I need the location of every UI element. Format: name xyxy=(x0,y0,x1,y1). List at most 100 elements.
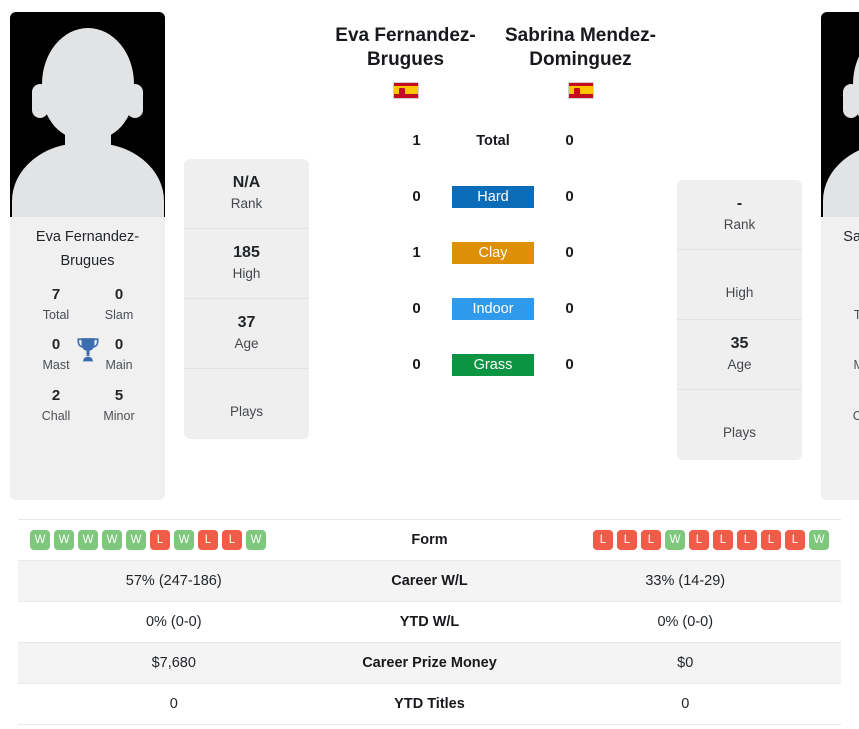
info-label: High xyxy=(725,284,754,300)
surface-badge-total: Total xyxy=(476,132,510,149)
stat-label-form: Form xyxy=(411,532,448,548)
titles-label: Total xyxy=(853,307,859,322)
table-row-ytd-wl: 0% (0-0) YTD W/L 0% (0-0) xyxy=(18,602,841,643)
surface-score-right: 0 xyxy=(565,188,574,206)
surface-row-total: 1 Total 0 xyxy=(406,113,581,169)
info-card-left: N/A Rank 185 High 37 Age Plays xyxy=(184,159,309,439)
form-badge-loss[interactable]: L xyxy=(198,530,218,550)
table-row-form: WWWWWLWLLW Form LLLWLLLLLW xyxy=(18,520,841,561)
titles-value: 0 xyxy=(51,336,61,354)
spain-flag-icon xyxy=(567,81,594,99)
titles-value: 2 xyxy=(51,386,61,404)
form-badge-win[interactable]: W xyxy=(809,530,829,550)
titles-value: 0 xyxy=(843,385,859,407)
titles-row: 2 Chall 5 Minor xyxy=(16,383,159,434)
form-badge-win[interactable]: W xyxy=(126,530,146,550)
form-badge-loss[interactable]: L xyxy=(617,530,637,550)
avatar-silhouette-ear-left xyxy=(32,84,48,118)
surface-comparison-column: Eva Fernandez-Brugues Sabrina Mendez-Dom… xyxy=(318,12,668,393)
info-value: 35 xyxy=(730,334,749,352)
player-names-header: Eva Fernandez-Brugues Sabrina Mendez-Dom… xyxy=(318,12,668,99)
avatar-silhouette-body xyxy=(822,143,859,217)
form-badge-loss[interactable]: L xyxy=(593,530,613,550)
player-title-text-left: Eva Fernandez-Brugues xyxy=(335,25,476,71)
surface-score-right: 0 xyxy=(565,244,574,262)
surface-badge-indoor: Indoor xyxy=(452,297,534,320)
player-title-text-right: Sabrina Mendez-Dominguez xyxy=(505,25,656,71)
career-prize-money-left: $7,680 xyxy=(151,655,196,671)
surface-score-left: 0 xyxy=(412,356,421,374)
form-badge-loss[interactable]: L xyxy=(689,530,709,550)
ytd-titles-left: 0 xyxy=(169,696,178,712)
form-badge-loss[interactable]: L xyxy=(150,530,170,550)
form-badges-left: WWWWWLWLLW xyxy=(30,530,266,550)
titles-cell-total-left: 7 Total xyxy=(32,284,80,325)
player-photo-left xyxy=(10,12,165,217)
info-label: Age xyxy=(727,356,752,372)
info-label: Age xyxy=(234,335,259,351)
form-badge-win[interactable]: W xyxy=(102,530,122,550)
ytd-wl-right: 0% (0-0) xyxy=(657,614,714,630)
info-label: Plays xyxy=(229,404,263,420)
avatar-silhouette-ear-left xyxy=(843,84,859,118)
career-wl-right: 33% (14-29) xyxy=(645,573,726,589)
player-card-right[interactable]: Sabrina Mendez-Dominguez 0 Total 0 Slam … xyxy=(821,12,859,500)
form-badge-win[interactable]: W xyxy=(78,530,98,550)
surface-score-right: 0 xyxy=(565,356,574,374)
form-badge-win[interactable]: W xyxy=(54,530,74,550)
titles-cell-slam-left: 0 Slam xyxy=(95,284,143,325)
info-card-right: - Rank High 35 Age Plays xyxy=(677,180,802,460)
ytd-titles-right: 0 xyxy=(681,696,690,712)
titles-cell-chall-right: 0 Chall xyxy=(843,385,859,426)
surface-badge-clay: Clay xyxy=(452,241,534,264)
form-badge-loss[interactable]: L xyxy=(761,530,781,550)
surface-score-left: 1 xyxy=(412,132,421,150)
form-badge-win[interactable]: W xyxy=(30,530,50,550)
surface-score-left: 0 xyxy=(412,188,421,206)
form-badge-loss[interactable]: L xyxy=(713,530,733,550)
titles-value: 7 xyxy=(51,285,61,303)
trophy-icon xyxy=(76,338,99,362)
table-row-career-wl: 57% (247-186) Career W/L 33% (14-29) xyxy=(18,561,841,602)
avatar-silhouette-ear-right xyxy=(127,84,143,118)
titles-row: 0 Chall 0 Minor xyxy=(827,383,859,434)
titles-label: Total xyxy=(42,307,70,322)
form-badge-win[interactable]: W xyxy=(665,530,685,550)
spain-flag-icon xyxy=(392,81,419,99)
form-badge-win[interactable]: W xyxy=(246,530,266,550)
surface-score-left: 1 xyxy=(412,244,421,262)
player-title-right: Sabrina Mendez-Dominguez xyxy=(493,12,668,99)
surface-badge-grass: Grass xyxy=(452,353,534,376)
titles-value: 0 xyxy=(843,284,859,306)
titles-cell-mast-left: 0 Mast xyxy=(32,334,80,375)
player-card-left[interactable]: Eva Fernandez-Brugues 7 Total 0 Slam 0 M… xyxy=(10,12,165,500)
table-row-ytd-titles: 0 YTD Titles 0 xyxy=(18,684,841,725)
ytd-wl-left: 0% (0-0) xyxy=(145,614,202,630)
player-caption-name-right: Sabrina Mendez-Dominguez xyxy=(843,229,859,245)
titles-cell-chall-left: 2 Chall xyxy=(32,385,80,426)
comparison-header: Eva Fernandez-Brugues 7 Total 0 Slam 0 M… xyxy=(0,0,859,512)
titles-row: 0 Mast 0 Main xyxy=(16,332,159,383)
player-title-left: Eva Fernandez-Brugues xyxy=(318,12,493,99)
form-badge-loss[interactable]: L xyxy=(785,530,805,550)
titles-cell-mast-right: 0 Mast xyxy=(843,334,859,375)
info-value: 37 xyxy=(237,313,256,331)
stat-label-ytd-titles: YTD Titles xyxy=(394,696,465,712)
info-cell-plays-right: Plays xyxy=(677,390,802,460)
titles-row: 7 Total 0 Slam xyxy=(16,282,159,333)
info-cell-high-left: 185 High xyxy=(184,229,309,299)
table-row-career-prize-money: $7,680 Career Prize Money $0 xyxy=(18,643,841,684)
titles-label: Chall xyxy=(852,408,859,423)
surface-row-hard: 0 Hard 0 xyxy=(406,169,581,225)
form-cell-left: WWWWWLWLLW xyxy=(18,530,330,550)
surface-score-right: 0 xyxy=(565,132,574,150)
stat-label-career-wl: Career W/L xyxy=(391,573,468,589)
form-badge-win[interactable]: W xyxy=(174,530,194,550)
career-prize-money-right: $0 xyxy=(677,655,694,671)
form-badge-loss[interactable]: L xyxy=(737,530,757,550)
stat-label-ytd-wl: YTD W/L xyxy=(399,614,460,630)
career-wl-left: 57% (247-186) xyxy=(125,573,222,589)
form-badge-loss[interactable]: L xyxy=(222,530,242,550)
form-badge-loss[interactable]: L xyxy=(641,530,661,550)
stat-label-career-prize-money: Career Prize Money xyxy=(362,655,497,671)
